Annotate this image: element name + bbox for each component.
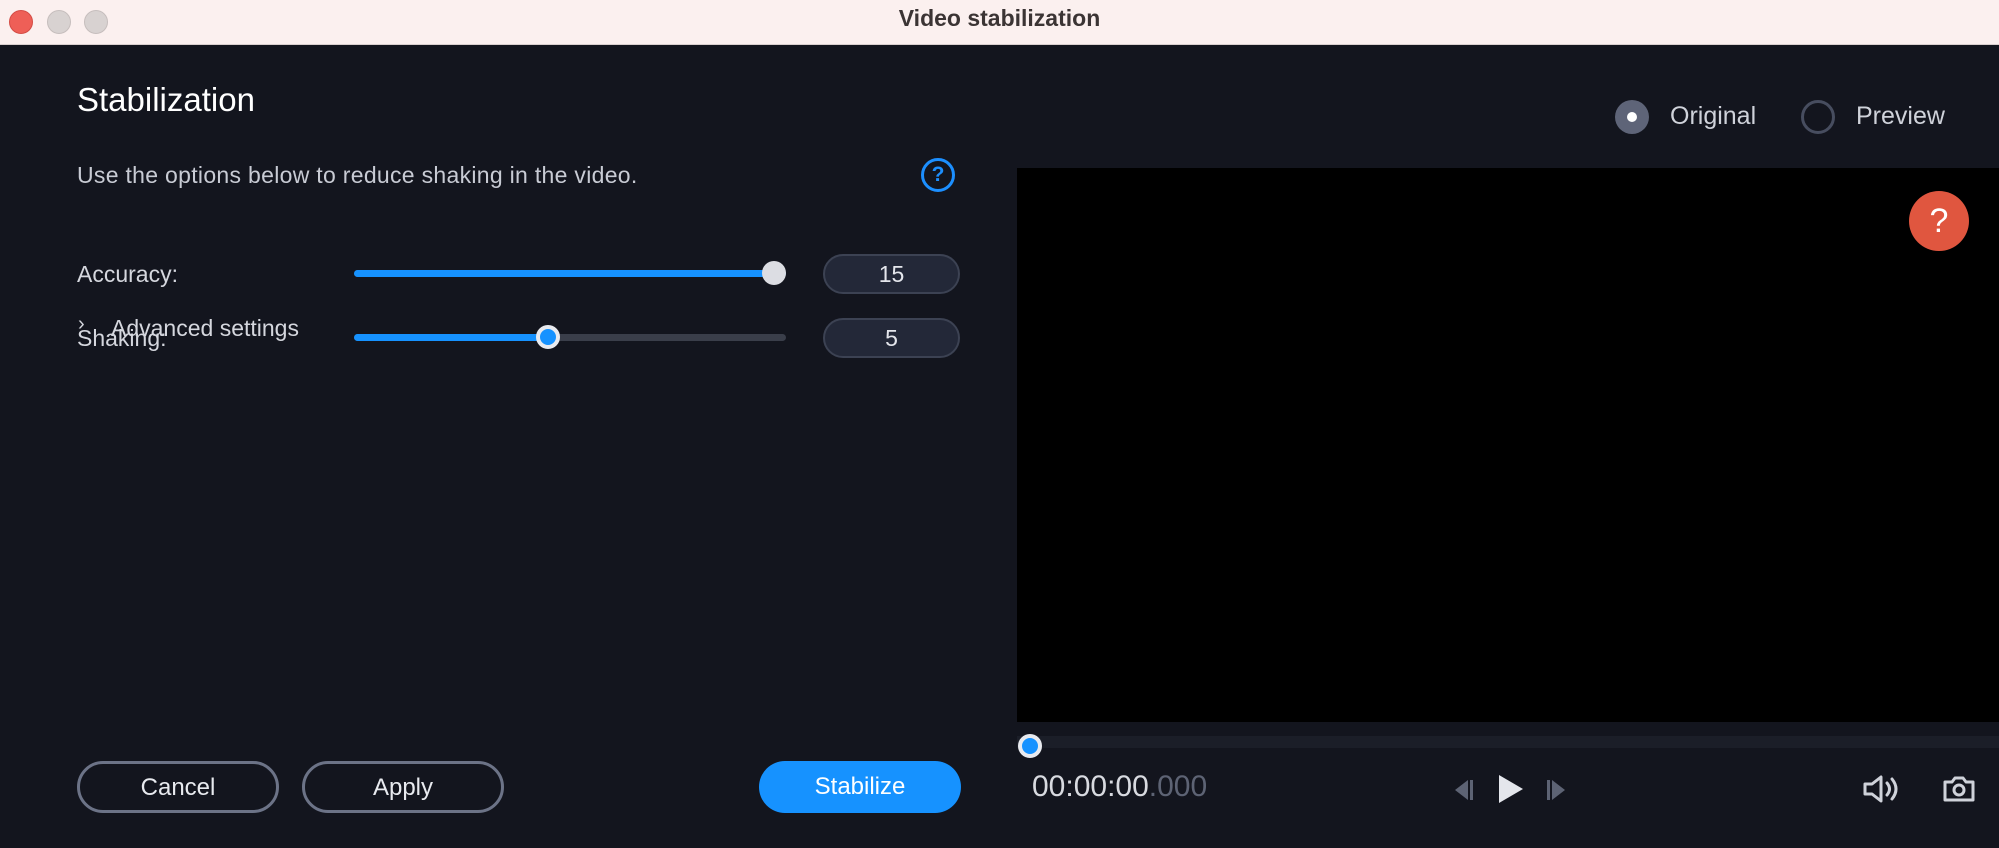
advanced-settings-toggle[interactable]: Advanced settings (111, 315, 299, 342)
original-radio[interactable] (1615, 100, 1649, 134)
window-title: Video stabilization (898, 5, 1101, 31)
shaking-slider[interactable] (354, 325, 786, 349)
help-bubble-button[interactable]: ? (1909, 191, 1969, 251)
shaking-slider-thumb[interactable] (536, 325, 561, 349)
accuracy-slider[interactable] (354, 261, 786, 285)
next-frame-icon[interactable] (1544, 776, 1572, 804)
seek-bar[interactable] (1017, 736, 1999, 748)
camera-icon[interactable] (1942, 774, 1976, 804)
help-circle-icon[interactable]: ? (921, 158, 955, 192)
timecode: 00:00:00.000 (1032, 770, 1207, 804)
chevron-right-icon[interactable]: › (78, 313, 85, 336)
accuracy-value-field[interactable]: 15 (823, 254, 960, 294)
stabilize-button[interactable]: Stabilize (759, 761, 961, 813)
timecode-milliseconds: .000 (1148, 770, 1208, 803)
timecode-main: 00:00:00 (1032, 770, 1149, 803)
panel-description: Use the options below to reduce shaking … (77, 162, 638, 188)
shaking-value-field[interactable]: 5 (823, 318, 960, 358)
previous-frame-icon[interactable] (1448, 776, 1476, 804)
original-radio-label[interactable]: Original (1670, 102, 1756, 131)
video-viewport (1017, 168, 1999, 722)
seek-thumb[interactable] (1018, 734, 1042, 758)
preview-radio[interactable] (1801, 100, 1835, 134)
title-bar: Video stabilization (0, 0, 1999, 45)
accuracy-slider-thumb[interactable] (762, 261, 786, 285)
volume-icon[interactable] (1862, 772, 1904, 806)
shaking-slider-fill (354, 334, 549, 341)
settings-panel: Stabilization Use the options below to r… (0, 45, 1016, 848)
cancel-button[interactable]: Cancel (77, 761, 279, 813)
preview-radio-label[interactable]: Preview (1856, 102, 1945, 131)
panel-heading: Stabilization (77, 81, 255, 118)
accuracy-label: Accuracy: (77, 261, 178, 287)
play-icon[interactable] (1494, 772, 1526, 806)
apply-button[interactable]: Apply (302, 761, 504, 813)
accuracy-slider-fill (354, 270, 786, 277)
